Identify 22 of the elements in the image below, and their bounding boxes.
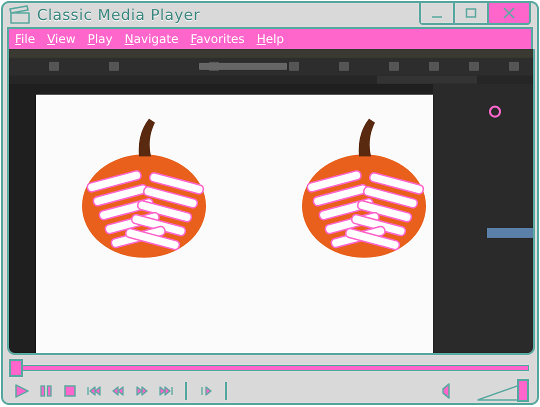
menu-item[interactable]: View <box>45 32 82 46</box>
menu-item[interactable]: File <box>13 32 42 46</box>
minimize-icon <box>431 16 443 18</box>
play-icon <box>14 383 30 399</box>
minimize-button[interactable] <box>421 3 455 23</box>
color-ring-icon <box>489 105 501 118</box>
menu-item[interactable]: Navigate <box>122 32 184 46</box>
volume-slider[interactable] <box>477 379 529 403</box>
menu-item[interactable]: Play <box>86 32 119 46</box>
maximize-icon <box>465 7 477 19</box>
volume-thumb[interactable] <box>517 379 529 402</box>
close-icon <box>503 7 515 19</box>
clapperboard-icon <box>9 4 31 25</box>
window-title: Classic Media Player <box>37 6 200 24</box>
close-button[interactable] <box>489 3 529 23</box>
menu-item[interactable]: Help <box>254 32 290 46</box>
layer-highlight <box>487 228 533 238</box>
menu-item[interactable]: Favorites <box>188 32 251 46</box>
seek-bar[interactable] <box>9 361 529 375</box>
seek-thumb[interactable] <box>9 359 23 377</box>
pause-icon <box>38 383 54 399</box>
stop-icon <box>62 383 78 399</box>
